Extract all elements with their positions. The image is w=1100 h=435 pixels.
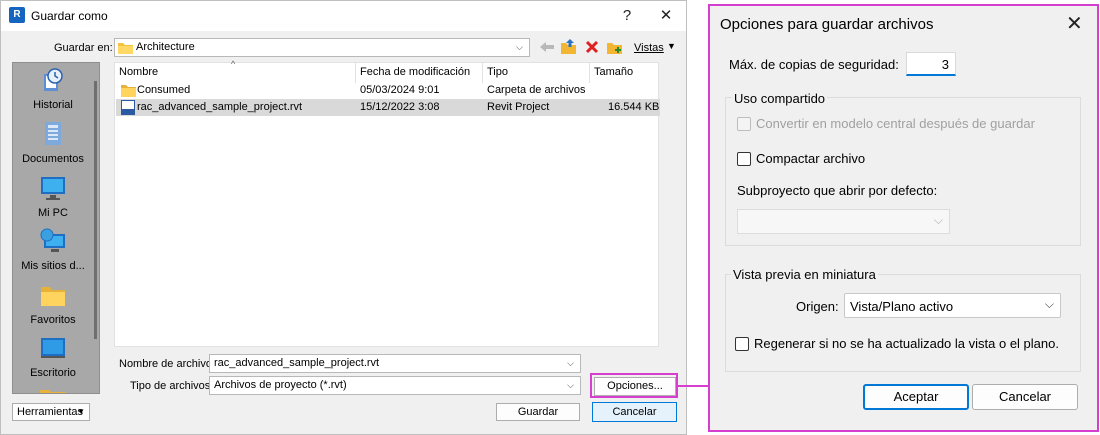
compact-checkbox[interactable] <box>737 152 751 166</box>
title-bar: R Guardar como ? ✕ <box>1 1 686 31</box>
place-favorites[interactable]: Favoritos <box>13 282 93 326</box>
network-places-icon <box>40 228 65 252</box>
file-type: Carpeta de archivos <box>487 84 586 96</box>
filename-value: rac_advanced_sample_project.rvt <box>214 357 380 369</box>
documents-icon <box>45 122 61 145</box>
save-in-dropdown[interactable]: Architecture ⌵ <box>114 38 530 57</box>
source-dropdown[interactable]: Vista/Plano activo ⌵ <box>844 293 1061 318</box>
file-row[interactable]: Consumed 05/03/2024 9:01 Carpeta de arch… <box>116 82 660 99</box>
folder-icon <box>40 390 66 393</box>
make-central-label: Convertir en modelo central después de g… <box>756 116 1035 131</box>
desktop-icon <box>41 338 65 358</box>
file-modified: 15/12/2022 3:08 <box>360 101 440 113</box>
close-button[interactable]: ✕ <box>651 5 681 27</box>
folder-icon <box>118 43 133 54</box>
up-folder-icon[interactable] <box>560 38 578 55</box>
column-header-modified[interactable]: Fecha de modificación <box>360 66 470 78</box>
filetype-label: Tipo de archivos: <box>130 380 214 392</box>
filetype-dropdown[interactable]: Archivos de proyecto (*.rvt) ⌵ <box>209 376 581 395</box>
max-backups-input[interactable]: 3 <box>906 52 956 76</box>
place-label: Favoritos <box>30 314 76 326</box>
save-options-dialog: Opciones para guardar archivos ✕ Máx. de… <box>710 5 1097 431</box>
save-button[interactable]: Guardar <box>496 403 580 421</box>
file-row[interactable]: rac_advanced_sample_project.rvt 15/12/20… <box>116 99 660 116</box>
tools-label: Herramientas <box>17 406 84 418</box>
file-name: rac_advanced_sample_project.rvt <box>137 101 303 113</box>
column-divider <box>589 63 590 83</box>
column-header-name[interactable]: Nombre <box>119 66 158 78</box>
caret-down-icon: ▼ <box>77 407 85 416</box>
column-divider <box>482 63 483 83</box>
max-backups-label: Máx. de copias de seguridad: <box>729 57 899 72</box>
file-name: Consumed <box>137 84 191 96</box>
place-network[interactable]: Mis sitios d... <box>13 228 93 272</box>
close-button[interactable]: ✕ <box>1066 11 1083 36</box>
callout-connector <box>678 385 709 387</box>
place-documents[interactable]: Documentos <box>13 121 93 165</box>
delete-icon[interactable] <box>585 40 599 54</box>
filename-label: Nombre de archivo: <box>119 358 215 370</box>
place-label: Mi PC <box>38 207 68 219</box>
chevron-down-icon: ⌵ <box>933 213 943 227</box>
workset-label: Subproyecto que abrir por defecto: <box>737 183 938 198</box>
chevron-down-icon: ⌵ <box>1044 297 1054 311</box>
place-label: Escritorio <box>30 367 76 379</box>
revit-file-icon <box>121 100 135 115</box>
views-menu[interactable]: Vistas <box>634 42 664 54</box>
help-button[interactable]: ? <box>612 5 642 27</box>
column-header-size[interactable]: Tamaño <box>594 66 633 78</box>
worksharing-group-title: Uso compartido <box>732 91 828 106</box>
place-desktop[interactable]: Escritorio <box>13 335 93 379</box>
tools-dropdown[interactable]: Herramientas ▼ <box>12 403 90 421</box>
cancel-button[interactable]: Cancelar <box>592 402 677 422</box>
place-label: Documentos <box>22 153 84 165</box>
revit-app-icon: R <box>9 7 25 23</box>
file-size: 16.544 KB <box>608 101 660 113</box>
dialog-title: Guardar como <box>31 9 108 23</box>
favorites-folder-icon <box>41 287 65 306</box>
ok-button[interactable]: Aceptar <box>863 384 969 410</box>
file-list: ^ Nombre Fecha de modificación Tipo Tama… <box>114 59 660 347</box>
place-label: Mis sitios d... <box>21 260 85 272</box>
save-as-dialog: R Guardar como ? ✕ Guardar en: Architect… <box>0 0 687 435</box>
regenerate-label: Regenerar si no se ha actualizado la vis… <box>754 336 1059 351</box>
column-header-type[interactable]: Tipo <box>487 66 508 78</box>
places-bar: Historial Documentos Mi PC Mis sitios d.… <box>12 62 100 394</box>
options-dialog-title: Opciones para guardar archivos <box>720 16 934 33</box>
source-value: Vista/Plano activo <box>850 299 954 314</box>
thumbnail-group <box>725 274 1081 372</box>
place-my-pc[interactable]: Mi PC <box>13 175 93 219</box>
caret-down-icon: ▼ <box>667 41 676 51</box>
options-callout-highlight <box>590 373 678 398</box>
max-backups-value: 3 <box>941 57 949 72</box>
history-icon <box>44 68 63 91</box>
regenerate-checkbox[interactable] <box>735 337 749 351</box>
save-in-value: Architecture <box>136 41 195 53</box>
filetype-value: Archivos de proyecto (*.rvt) <box>214 379 347 391</box>
places-scrollbar[interactable] <box>94 81 97 339</box>
chevron-down-icon: ⌵ <box>567 380 574 390</box>
new-folder-icon[interactable] <box>606 38 624 55</box>
back-arrow-icon[interactable] <box>539 40 555 54</box>
make-central-checkbox[interactable] <box>737 117 751 131</box>
column-divider <box>355 63 356 83</box>
place-label: Historial <box>33 99 73 111</box>
workset-dropdown[interactable]: ⌵ <box>737 209 950 234</box>
file-type: Revit Project <box>487 101 550 113</box>
thumbnail-group-title: Vista previa en miniatura <box>731 267 878 282</box>
cancel-button[interactable]: Cancelar <box>972 384 1078 410</box>
computer-icon <box>41 177 65 200</box>
save-in-label: Guardar en: <box>54 42 113 54</box>
filename-input[interactable]: rac_advanced_sample_project.rvt ⌵ <box>209 354 581 373</box>
folder-icon <box>121 85 136 97</box>
sort-up-icon: ^ <box>231 59 236 69</box>
file-modified: 05/03/2024 9:01 <box>360 84 440 96</box>
compact-label: Compactar archivo <box>756 151 866 166</box>
source-label: Origen: <box>796 299 839 314</box>
place-history[interactable]: Historial <box>13 67 93 111</box>
chevron-down-icon: ⌵ <box>516 42 523 52</box>
chevron-down-icon: ⌵ <box>567 358 574 368</box>
